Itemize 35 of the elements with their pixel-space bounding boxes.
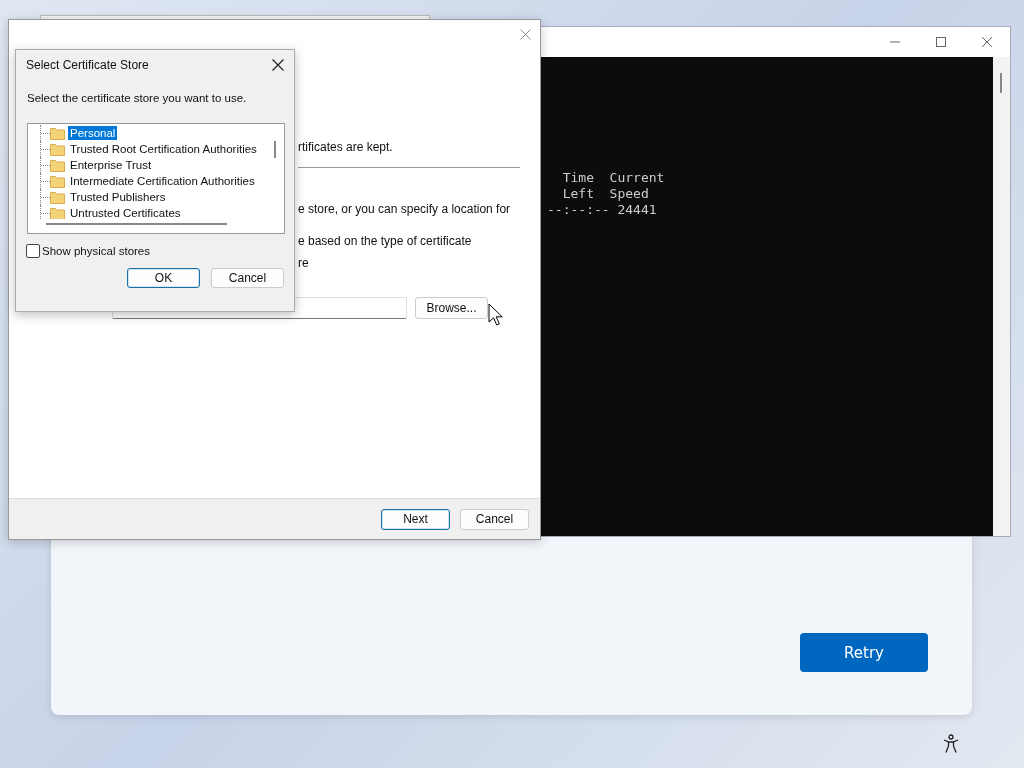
scrollbar[interactable] (46, 223, 227, 225)
body-text: re (298, 256, 309, 270)
next-button[interactable]: Next (381, 508, 450, 530)
tree-item[interactable]: Untrusted Certificates (68, 206, 183, 219)
tree-item[interactable]: Trusted Root Certification Authorities (68, 142, 259, 156)
close-icon[interactable] (272, 59, 284, 71)
body-text: rtificates are kept. (298, 140, 393, 154)
maximize-icon[interactable] (935, 36, 947, 48)
folder-icon (50, 206, 65, 219)
cursor-icon (488, 303, 504, 327)
browse-button[interactable]: Browse... (415, 297, 488, 319)
folder-icon (50, 174, 65, 188)
retry-button[interactable]: Retry (800, 633, 928, 672)
scrollbar[interactable] (993, 57, 1010, 536)
dialog-title: Select Certificate Store (26, 58, 149, 72)
checkbox[interactable] (26, 244, 40, 258)
prompt-text: Select the certificate store you want to use. (27, 92, 248, 104)
console-text: Left Speed (561, 186, 649, 202)
tree-item[interactable]: Enterprise Trust (68, 158, 154, 172)
tree-item[interactable]: Intermediate Certification Authorities (68, 174, 257, 188)
cancel-button[interactable]: Cancel (211, 268, 284, 288)
folder-icon (50, 126, 65, 140)
body-text: e store, or you can specify a location for (298, 202, 511, 216)
tree-item[interactable]: Trusted Publishers (68, 190, 168, 204)
folder-icon (50, 190, 65, 204)
console-text: Time Current (561, 170, 665, 186)
body-text: e based on the type of certificate (298, 234, 472, 248)
folder-icon (50, 142, 65, 156)
tree-item[interactable]: Personal (68, 126, 118, 140)
ok-button[interactable]: OK (127, 268, 200, 288)
console-text: --:--:-- 24441 (547, 202, 657, 218)
checkbox-label: Show physical stores (42, 245, 151, 257)
folder-icon (50, 158, 65, 172)
accessibility-icon[interactable] (942, 734, 960, 754)
cancel-button[interactable]: Cancel (460, 508, 529, 530)
